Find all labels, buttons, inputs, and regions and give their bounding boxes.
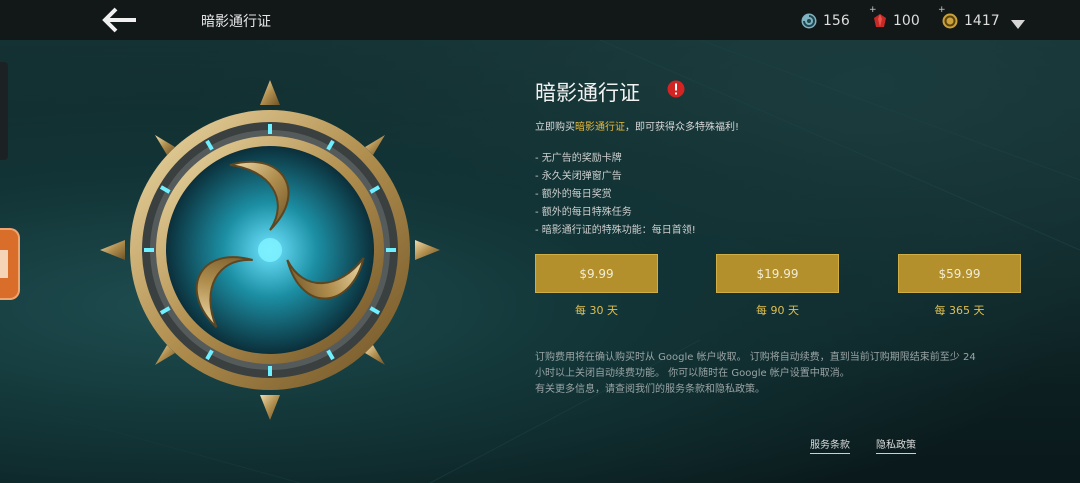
gold-coin-icon [942, 13, 958, 29]
currency-red-gems[interactable]: + 100 [869, 5, 920, 31]
period-30-days: 每 30 天 [575, 304, 618, 317]
add-coins-icon[interactable]: + [938, 5, 946, 15]
chevron-down-icon [1011, 20, 1025, 29]
alert-icon[interactable] [667, 80, 685, 98]
benefit-item: - 无广告的奖励卡牌 [535, 153, 622, 164]
spiral-token-count: 156 [823, 13, 850, 29]
pass-intro: 立即购买暗影通行证，即可获得众多特殊福利! [535, 118, 739, 133]
page-title: 暗影通行证 [201, 14, 271, 30]
period-365-days: 每 365 天 [934, 304, 985, 317]
gold-coin-count: 1417 [964, 13, 1000, 29]
benefit-item: - 额外的每日奖赏 [535, 189, 612, 200]
period-90-days: 每 90 天 [756, 304, 799, 317]
benefit-item: - 额外的每日特殊任务 [535, 207, 632, 218]
currency-dropdown-button[interactable] [1011, 14, 1025, 33]
top-bar: 暗影通行证 156 + 100 + 1417 [0, 0, 1080, 40]
benefit-list: - 无广告的奖励卡牌 - 永久关闭弹窗广告 - 额外的每日奖赏 - 额外的每日特… [535, 153, 696, 243]
side-app-shortcut[interactable] [0, 228, 20, 300]
terms-of-service-link[interactable]: 服务条款 [810, 436, 850, 454]
privacy-policy-link[interactable]: 隐私政策 [876, 436, 916, 454]
intro-prefix: 立即购买 [535, 122, 575, 133]
back-button[interactable] [100, 6, 140, 34]
subscription-terms: 订购费用将在确认购买时从 Google 帐户收取。 订购将自动续费，直到当前订购… [535, 350, 1035, 398]
back-arrow-icon [102, 7, 136, 33]
benefit-item: - 永久关闭弹窗广告 [535, 171, 622, 182]
currency-spiral-tokens[interactable]: 156 [801, 11, 850, 31]
red-gem-count: 100 [893, 13, 920, 29]
intro-highlight: 暗影通行证 [575, 122, 625, 133]
benefit-item: - 暗影通行证的特殊功能：每日首领! [535, 225, 696, 236]
terms-line: 小时以上关闭自动续费功能。 你可以随时在 Google 帐户设置中取消。 [535, 368, 850, 379]
currency-gold-coins[interactable]: + 1417 [938, 5, 1000, 31]
pass-title: 暗影通行证 [535, 81, 640, 105]
spiral-token-icon [801, 13, 817, 29]
buy-365-day-button[interactable]: $59.99 [898, 254, 1021, 293]
terms-line: 有关更多信息，请查阅我们的服务条款和隐私政策。 [535, 384, 765, 395]
shadow-pass-emblem [100, 80, 440, 420]
buy-30-day-button[interactable]: $9.99 [535, 254, 658, 293]
red-gem-icon [874, 14, 886, 27]
terms-line: 订购费用将在确认购买时从 Google 帐户收取。 订购将自动续费，直到当前订购… [535, 352, 976, 363]
add-gems-icon[interactable]: + [869, 5, 877, 15]
buy-90-day-button[interactable]: $19.99 [716, 254, 839, 293]
intro-suffix: ，即可获得众多特殊福利! [625, 122, 740, 133]
side-drawer-handle[interactable] [0, 62, 8, 160]
shortcut-glyph [0, 250, 8, 278]
